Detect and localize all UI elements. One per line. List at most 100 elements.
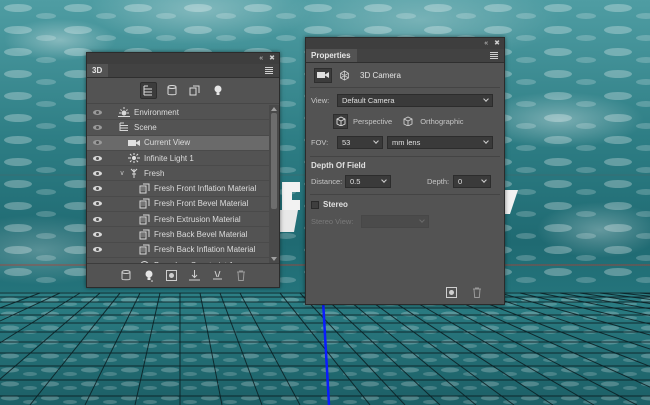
distance-label: Distance: [311,176,343,186]
visibility-eye-icon[interactable] [87,232,107,238]
camera-icon[interactable] [314,67,332,83]
stereo-view-label: Stereo View: [311,216,354,226]
layer-row[interactable]: Fresh Extrusion Material [87,212,269,228]
whole-scene-filter-icon[interactable] [140,82,157,99]
view-label: View: [311,95,330,105]
light-filter-icon[interactable] [209,82,226,99]
twirl-toggle-icon[interactable]: ∨ [117,169,127,177]
depth-input[interactable]: 0 [453,174,491,188]
view-dropdown[interactable]: Default Camera [337,93,493,107]
add-light-icon[interactable] [142,269,156,283]
perspective-button[interactable]: Perspective [333,113,393,129]
stereo-checkbox[interactable] [311,201,319,209]
layer-label: Fresh Front Bevel Material [154,199,249,209]
material-icon [137,213,151,225]
properties-title: 3D Camera [360,70,401,80]
visibility-eye-icon[interactable] [87,140,107,146]
panel-menu-icon[interactable] [487,49,501,61]
mesh-filter-icon[interactable] [163,82,180,99]
panel-menu-icon[interactable] [262,64,276,76]
constraint-icon[interactable] [211,269,225,283]
chevron-down-icon [483,96,489,102]
layer-list-scrollbar[interactable] [269,105,279,263]
visibility-eye-icon[interactable] [87,109,107,115]
fov-input[interactable]: 53 [337,135,383,149]
scroll-down-icon[interactable] [271,257,277,261]
layer-label: Fresh [144,168,165,178]
collapse-panel-button[interactable]: « [484,40,488,47]
scroll-thumb[interactable] [271,113,277,209]
add-mesh-icon[interactable] [119,269,133,283]
scene-layer-list[interactable]: Environment Scene Current View Infinite Lig… [87,105,269,263]
layer-row[interactable]: Fresh Back Bevel Material [87,227,269,243]
visibility-eye-icon[interactable] [87,186,107,192]
layer-row[interactable]: Fresh Front Bevel Material [87,197,269,213]
layer-row[interactable]: Fresh Front Inflation Material [87,181,269,197]
stereo-view-row: Stereo View: [306,213,504,229]
close-panel-button[interactable]: ✖ [269,55,275,62]
chevron-down-icon [419,217,425,223]
fov-unit-value: mm lens [392,137,421,147]
fov-unit-dropdown[interactable]: mm lens [387,135,493,149]
layer-row[interactable]: Fresh Back Inflation Material [87,243,269,258]
panel-properties-tabbar: Properties [306,49,504,63]
layer-label: Fresh Back Inflation Material [154,245,256,255]
mesh-icon [127,167,141,179]
material-filter-icon[interactable] [186,82,203,99]
trash-icon[interactable] [234,269,248,283]
layer-label: Current View [144,138,191,148]
layer-row[interactable]: Environment [87,105,269,121]
drop-to-ground-icon[interactable] [188,269,202,283]
render-icon[interactable] [444,285,458,299]
divider [310,156,500,157]
layer-row[interactable]: Current View [87,135,269,151]
layer-label: Infinite Light 1 [144,153,194,163]
view-row: View: Default Camera [306,92,504,108]
divider [310,194,500,195]
layer-label: Scene [134,122,157,132]
scroll-up-icon[interactable] [271,107,277,111]
light-icon [127,152,141,164]
visibility-eye-icon[interactable] [87,155,107,161]
close-panel-button[interactable]: ✖ [494,40,500,47]
depth-label: Depth: [427,176,450,186]
panel-3d: « ✖ 3D Environment Scene Current View Infin… [86,52,280,288]
render-icon[interactable] [165,269,179,283]
layer-row[interactable]: Scene [87,120,269,136]
stereo-label: Stereo [323,200,348,209]
trash-icon[interactable] [470,285,484,299]
panel-3d-tabbar: 3D [87,64,279,78]
visibility-eye-icon[interactable] [87,247,107,253]
layer-label: Fresh Front Inflation Material [154,184,257,194]
view-dropdown-value: Default Camera [342,95,395,105]
orthographic-button[interactable]: Orthographic [400,114,464,129]
panel-properties-titlebar[interactable]: « ✖ [306,38,504,49]
layer-row[interactable]: ∨ Fresh [87,166,269,182]
layer-label: Fresh Back Bevel Material [154,230,248,240]
distance-input[interactable]: 0.5 [345,174,391,188]
dof-row: Distance: 0.5 Depth: 0 [306,173,504,189]
orthographic-icon [400,114,415,129]
fov-value: 53 [342,137,351,147]
projection-row: Perspective Orthographic [306,110,504,132]
tab-3d[interactable]: 3D [87,64,109,77]
stereo-view-dropdown[interactable] [361,214,429,228]
tab-properties[interactable]: Properties [306,49,357,62]
visibility-eye-icon[interactable] [87,201,107,207]
filter-bar [87,78,279,104]
material-icon [137,229,151,241]
properties-header: 3D Camera [306,63,504,87]
material-icon [137,198,151,210]
orthographic-label: Orthographic [420,116,464,126]
visibility-eye-icon[interactable] [87,124,107,130]
coordinates-icon[interactable] [338,69,350,81]
chevron-down-icon [373,138,379,144]
layer-label: Fresh Extrusion Material [154,214,241,224]
collapse-panel-button[interactable]: « [259,55,263,62]
visibility-eye-icon[interactable] [87,170,107,176]
layer-row[interactable]: Infinite Light 1 [87,151,269,167]
material-icon [137,183,151,195]
perspective-label: Perspective [353,116,393,126]
panel-3d-titlebar[interactable]: « ✖ [87,53,279,64]
visibility-eye-icon[interactable] [87,216,107,222]
